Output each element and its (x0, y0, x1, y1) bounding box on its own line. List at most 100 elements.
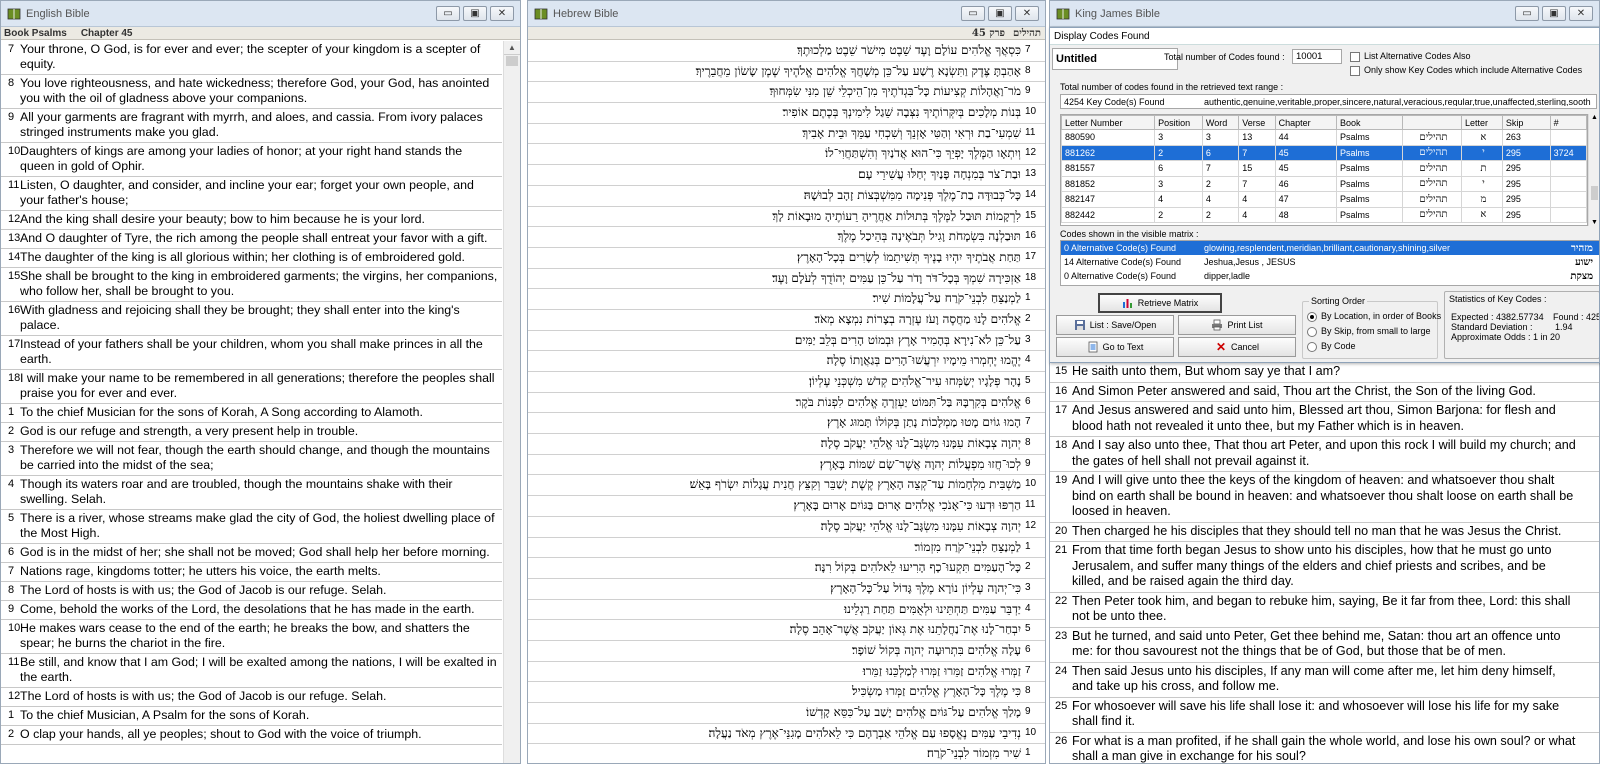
verse-row[interactable]: 17 תַּחַת אֲבֹתֶיךָ יִהְיוּ בָנֶיךָ תְּשִ… (528, 248, 1045, 269)
verse-row[interactable]: 1 שִׁיר מִזְמוֹר לִבְנֵי־קֹרַח׃ (528, 744, 1045, 763)
verse-row[interactable]: 14 כָּל־כְּבוּדָּה בַת־מֶלֶךְ פְּנִימָה מ… (528, 186, 1045, 207)
verse-row[interactable]: 13 וּבַת־צֹר בְּמִנְחָה פָּנַיִךְ יְחַלּו… (528, 165, 1045, 186)
verse-row[interactable]: 16 With gladness and rejoicing shall they… (1, 302, 502, 336)
verse-row[interactable]: 4 יֶהֱמוּ יֶחְמְרוּ מֵימָיו יִרְעֲשׁוּ־הָ… (528, 351, 1045, 372)
kjv-verse-list[interactable]: 15 He saith unto them, But whom say ye th… (1050, 363, 1599, 763)
verse-row[interactable]: 7 Your throne, O God, is for ever and eve… (1, 41, 502, 75)
radio-icon[interactable] (1307, 341, 1317, 352)
total-codes-field[interactable]: 10001 (1292, 49, 1342, 64)
maximize-icon[interactable]: ▣ (1542, 6, 1566, 21)
codes-table[interactable]: Letter Number Position Word Verse Chapter Boo… (1060, 114, 1588, 226)
scroll-up-icon[interactable]: ▲ (504, 41, 520, 55)
list-item[interactable]: 0 Alternative Code(s) Found glowing,respl… (1061, 241, 1599, 255)
verse-row[interactable]: 6 עָלָה אֱלֹהִים בִּתְרוּעָה יְהוָה בְּקו… (528, 641, 1045, 662)
verse-row[interactable]: 1 To the chief Musician for the sons of K… (1, 404, 502, 423)
key-codes-dropdown[interactable]: 4254 Key Code(s) Found authentic,genuine… (1060, 94, 1597, 109)
sort-by-location-radio[interactable]: By Location, in order of Books (1307, 311, 1441, 322)
verse-row[interactable]: 17 And Jesus answered and said unto him, … (1050, 402, 1599, 437)
retrieve-matrix-button[interactable]: Retrieve Matrix (1098, 293, 1222, 313)
verse-row[interactable]: 15 לִרְקָמוֹת תּוּבַל לַמֶּלֶךְ בְּתוּלוֹ… (528, 207, 1045, 228)
verse-row[interactable]: 8 כִּי מֶלֶךְ כָּל־הָאָרֶץ אֱלֹהִים זַמְּ… (528, 682, 1045, 703)
maximize-icon[interactable]: ▣ (988, 6, 1012, 21)
verse-row[interactable]: 13 And O daughter of Tyre, the rich among… (1, 230, 502, 249)
table-row[interactable]: 881557 6 7 15 45 Psalms תהילים ת 295 (1061, 160, 1587, 177)
print-list-button[interactable]: Print List (1178, 315, 1296, 335)
column-header[interactable]: Letter (1460, 115, 1503, 130)
verse-row[interactable]: 7 הָמוּ גוֹיִם מָטוּ מַמְלָכוֹת נָתַן בְּ… (528, 413, 1045, 435)
verse-row[interactable]: 15 She shall be brought to the king in em… (1, 268, 502, 302)
list-item[interactable]: 14 Alternative Code(s) Found Jeshua,Jesus… (1061, 255, 1599, 269)
verse-row[interactable]: 8 יְהוָה צְבָאוֹת עִמָּנוּ מִשְׂגָּב־לָנו… (528, 434, 1045, 455)
sort-by-code-radio[interactable]: By Code (1307, 341, 1356, 352)
verse-row[interactable]: 6 אֱלֹהִים בְּקִרְבָּהּ בַּל־תִּמּוֹט יַע… (528, 393, 1045, 414)
close-icon[interactable]: ✕ (1015, 6, 1039, 21)
column-header[interactable]: Verse (1238, 115, 1276, 130)
scroll-down-icon[interactable]: ▼ (1589, 219, 1599, 226)
verse-row[interactable]: 4 Though its waters roar and are troubled… (1, 476, 502, 510)
sort-by-skip-radio[interactable]: By Skip, from small to large (1307, 326, 1431, 337)
close-icon[interactable]: ✕ (1569, 6, 1593, 21)
verse-row[interactable]: 7 כִּסְאֲךָ אֱלֹהִים עוֹלָם וָעֶד שֵׁבֶט … (528, 41, 1045, 62)
list-save-open-button[interactable]: List : Save/Open (1056, 315, 1174, 335)
maximize-icon[interactable]: ▣ (463, 6, 487, 21)
verse-row[interactable]: 7 זַמְּרוּ אֱלֹהִים זַמֵּרוּ זַמְּרוּ לְמ… (528, 662, 1045, 683)
column-header[interactable]: Letter Number (1061, 115, 1156, 130)
verse-row[interactable]: 8 אָהַבְתָּ צֶּדֶק וַתִּשְׂנָא רֶשַׁע עַל… (528, 62, 1045, 83)
verse-row[interactable]: 12 וְיִתְאָו הַמֶּלֶךְ יָפְיֵךְ כִּי־הוּא… (528, 144, 1045, 166)
verse-row[interactable]: 18 I will make your name to be remembered… (1, 370, 502, 404)
close-icon[interactable]: ✕ (490, 6, 514, 21)
verse-row[interactable]: 5 נָהָר פְּלָגָיו יְשַׂמְּחוּ עִיר־אֱלֹהִ… (528, 372, 1045, 393)
table-row[interactable]: 881262 2 6 7 45 Psalms תהילים י 295 3724 (1061, 144, 1587, 161)
column-header[interactable]: Position (1154, 115, 1203, 130)
verse-row[interactable]: 11 Listen, O daughter, and consider, and … (1, 177, 502, 211)
verse-row[interactable]: 21 From that time forth began Jesus to sh… (1050, 542, 1599, 593)
column-header[interactable]: Skip (1501, 115, 1551, 130)
verse-row[interactable]: 8 You love righteousness, and hate wicked… (1, 75, 502, 109)
verse-row[interactable]: 10 He makes wars cease to the end of the … (1, 620, 502, 654)
minimize-icon[interactable]: ▭ (1515, 6, 1539, 21)
verse-row[interactable]: 18 אַזְכִּירָה שִׁמְךָ בְּכָל־דֹּר וָדֹר … (528, 269, 1045, 290)
verse-row[interactable]: 12 The Lord of hosts is with us; the God … (1, 688, 502, 707)
verse-row[interactable]: 9 מָלַךְ אֱלֹהִים עַל־גּוֹיִם אֱלֹהִים יָ… (528, 703, 1045, 724)
verse-row[interactable]: 11 Be still, and know that I am God; I wi… (1, 654, 502, 688)
hebrew-verse-list[interactable]: 7 כִּסְאֲךָ אֱלֹהִים עוֹלָם וָעֶד שֵׁבֶט … (528, 41, 1045, 763)
table-row[interactable]: 882147 4 4 4 47 Psalms תהילים מ 295 (1061, 191, 1587, 208)
verse-row[interactable]: 5 There is a river, whose streams make gl… (1, 510, 502, 544)
verse-row[interactable]: 24 Then said Jesus unto his disciples, If… (1050, 663, 1599, 698)
verse-row[interactable]: 3 כִּי־יְהוָה עֶלְיוֹן נוֹרָא מֶלֶךְ גָּד… (528, 579, 1045, 600)
verse-row[interactable]: 2 O clap your hands, all ye peoples; shou… (1, 726, 502, 745)
verse-row[interactable]: 8 The Lord of hosts is with us; the God o… (1, 582, 502, 601)
only-show-key-checkbox[interactable]: Only show Key Codes which include Altern… (1350, 65, 1582, 76)
verse-row[interactable]: 3 Therefore we will not fear, though the … (1, 442, 502, 476)
go-to-text-button[interactable]: Go to Text (1056, 337, 1174, 357)
verse-row[interactable]: 25 For whosoever will save his life shall… (1050, 698, 1599, 733)
verse-row[interactable]: 16 תּוּבַלְנָה בִּשְׂמָחֹת וָגִיל תְּבֹאֶ… (528, 227, 1045, 248)
verse-row[interactable]: 1 לַמְנַצֵּחַ לִבְנֵי־קֹרַח עַל־עֲלָמוֹת … (528, 289, 1045, 310)
verse-row[interactable]: 26 For what is a man profited, if he shal… (1050, 733, 1599, 764)
visible-codes-list[interactable]: 0 Alternative Code(s) Found glowing,respl… (1060, 240, 1599, 286)
verse-row[interactable]: 23 But he turned, and said unto Peter, Ge… (1050, 628, 1599, 663)
scroll-thumb[interactable] (506, 56, 518, 66)
verse-row[interactable]: 15 He saith unto them, But whom say ye th… (1050, 363, 1599, 383)
verse-row[interactable]: 16 And Simon Peter answered and said, Tho… (1050, 383, 1599, 402)
table-row[interactable]: 880590 3 3 13 44 Psalms תהילים א 263 (1061, 129, 1587, 146)
column-header[interactable]: Word (1201, 115, 1240, 130)
verse-row[interactable]: 6 God is in the midst of her; she shall n… (1, 544, 502, 563)
checkbox-icon[interactable] (1350, 65, 1360, 76)
verse-row[interactable]: 10 Daughters of kings are among your ladi… (1, 143, 502, 177)
verse-row[interactable]: 9 לְכוּ־חֲזוּ מִפְעֲלוֹת יְהוָה אֲשֶׁר־שָ… (528, 455, 1045, 476)
english-verse-list[interactable]: 7 Your throne, O God, is for ever and eve… (1, 41, 502, 763)
english-scrollbar[interactable]: ▲ (503, 41, 520, 763)
verse-row[interactable]: 1 To the chief Musician, A Psalm for the … (1, 707, 502, 726)
verse-row[interactable]: 22 Then Peter took him, and began to rebu… (1050, 593, 1599, 628)
verse-row[interactable]: 18 And I say also unto thee, That thou ar… (1050, 437, 1599, 472)
checkbox-icon[interactable] (1350, 51, 1360, 62)
column-header[interactable]: Book (1335, 115, 1403, 130)
column-header[interactable]: # (1549, 115, 1587, 130)
verse-row[interactable]: 2 God is our refuge and strength, a very … (1, 423, 502, 442)
radio-icon[interactable] (1307, 326, 1317, 337)
table-row[interactable]: 881852 3 2 7 46 Psalms תהילים י 295 (1061, 175, 1587, 192)
radio-selected-icon[interactable] (1307, 311, 1317, 322)
verse-row[interactable]: 10 מַשְׁבִּית מִלְחָמוֹת עַד־קְצֵה הָאָרֶ… (528, 475, 1045, 497)
minimize-icon[interactable]: ▭ (961, 6, 985, 21)
